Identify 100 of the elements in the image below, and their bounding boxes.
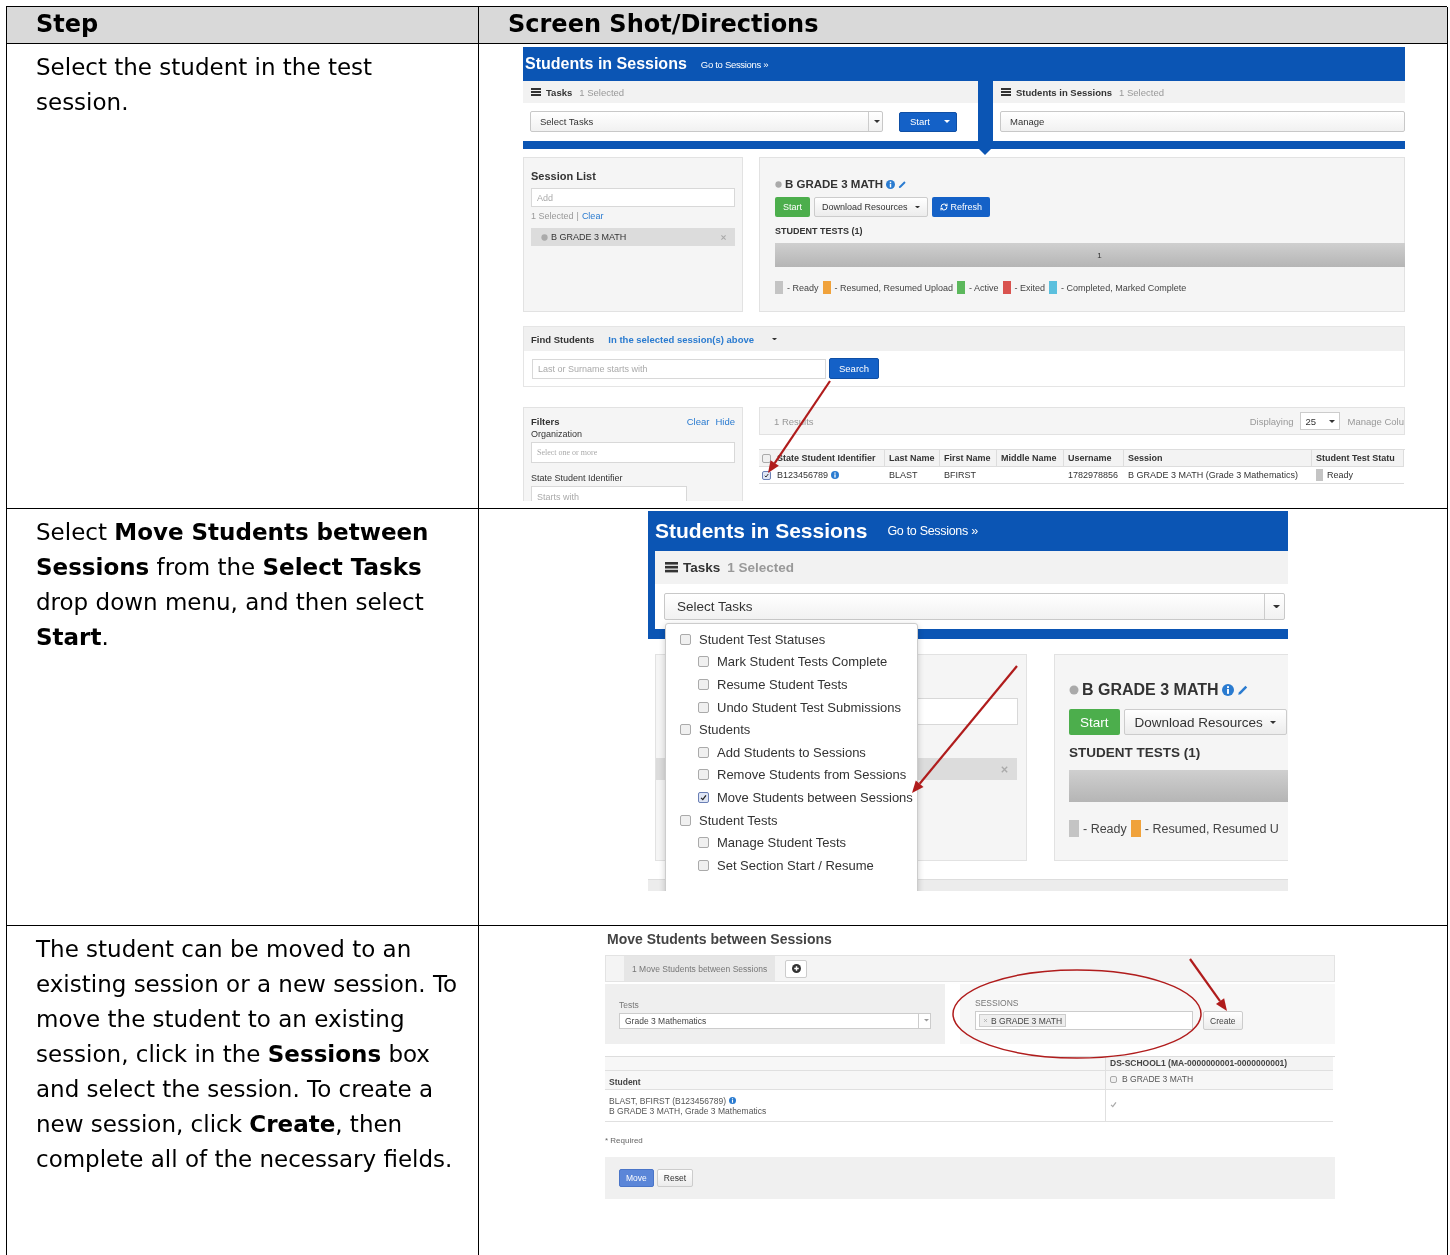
- close-icon[interactable]: [1000, 764, 1009, 774]
- checkbox[interactable]: [698, 656, 709, 668]
- tests-select[interactable]: Grade 3 Mathematics: [619, 1012, 931, 1029]
- checkbox[interactable]: [698, 859, 709, 871]
- column-header[interactable]: Username: [1064, 450, 1124, 467]
- menu-item[interactable]: Manage Student Tests: [680, 831, 917, 854]
- refresh-button[interactable]: Refresh: [931, 197, 991, 217]
- checkbox[interactable]: [698, 769, 709, 781]
- menu-item[interactable]: Mark Student Tests Complete: [680, 650, 917, 674]
- go-to-sessions-link[interactable]: Go to Sessions »: [887, 524, 978, 538]
- checkbox[interactable]: [680, 724, 691, 736]
- menu-item[interactable]: Student Test Statuses: [680, 628, 917, 651]
- checkbox[interactable]: [698, 679, 709, 690]
- move-button[interactable]: Move: [619, 1169, 654, 1187]
- pencil-icon[interactable]: [1236, 684, 1249, 696]
- table-cell: 1782978856: [1068, 470, 1119, 480]
- add-tab-button[interactable]: [785, 959, 808, 978]
- field-label: SESSIONS: [975, 998, 1020, 1008]
- status-dot-icon: [541, 233, 548, 241]
- checkbox[interactable]: [698, 837, 709, 849]
- annotation-arrow: [1189, 958, 1227, 1011]
- table-cell: BFIRST: [944, 470, 976, 480]
- menu-item[interactable]: Students: [680, 718, 917, 741]
- selected-count: 1 Selected: [727, 560, 795, 575]
- bar-count: 1: [1097, 250, 1102, 260]
- checkbox[interactable]: [698, 746, 709, 758]
- checkmark-icon[interactable]: [1110, 1101, 1117, 1108]
- table-cell: Ready: [1327, 470, 1353, 480]
- create-button[interactable]: Create: [1203, 1011, 1243, 1030]
- displaying-label: Displaying: [1249, 415, 1294, 427]
- status-swatch: [1316, 469, 1323, 481]
- selected-count: 1 Selected: [531, 211, 574, 221]
- menu-item[interactable]: Undo Student Test Submissions: [680, 695, 917, 719]
- menu-item[interactable]: Add Students to Sessions: [680, 740, 917, 764]
- student-name: BLAST, BFIRST (B123456789): [609, 1095, 727, 1106]
- panel-title: Tasks: [546, 86, 573, 98]
- selected-count: 1 Selected: [1119, 86, 1164, 98]
- plus-icon: [791, 964, 801, 973]
- select-tasks-dropdown[interactable]: Select Tasks: [530, 111, 883, 132]
- search-button[interactable]: Search: [829, 358, 880, 379]
- checkbox[interactable]: [761, 453, 771, 463]
- download-resources-button[interactable]: Download Resources: [814, 197, 928, 217]
- download-resources-button[interactable]: Download Resources: [1123, 709, 1287, 735]
- column-header[interactable]: Middle Name: [997, 450, 1064, 467]
- info-icon[interactable]: [831, 471, 840, 479]
- select-tasks-dropdown[interactable]: Select Tasks: [664, 593, 1285, 620]
- pencil-icon[interactable]: [898, 179, 908, 189]
- legend-label: - Active: [969, 282, 999, 293]
- start-button[interactable]: Start: [898, 111, 957, 132]
- legend-label: - Ready: [1083, 821, 1127, 836]
- close-icon[interactable]: [720, 233, 727, 241]
- close-icon[interactable]: [983, 1018, 988, 1023]
- checkbox[interactable]: [1110, 1075, 1117, 1083]
- task-tab[interactable]: 1 Move Students between Sessions: [624, 956, 776, 981]
- column-header: B GRADE 3 MATH: [1122, 1074, 1194, 1084]
- caret-icon: [914, 205, 920, 209]
- session-item[interactable]: B GRADE 3 MATH: [531, 228, 735, 246]
- manage-dropdown[interactable]: Manage: [1000, 111, 1405, 132]
- legend-label: - Resumed, Resumed U: [1144, 821, 1279, 836]
- menu-item[interactable]: Move Students between Sessions: [680, 786, 917, 809]
- info-icon[interactable]: [729, 1097, 737, 1104]
- checkbox[interactable]: [680, 814, 691, 826]
- menu-item[interactable]: Resume Student Tests: [680, 673, 917, 696]
- step-instructions: Select Move Students between Sessions from the Select Tasks drop down menu, and then select Start.: [36, 519, 429, 650]
- go-to-sessions-link[interactable]: Go to Sessions »: [700, 58, 769, 70]
- clear-link[interactable]: Clear: [686, 416, 710, 427]
- card-title: Find Students: [531, 333, 595, 345]
- reset-button[interactable]: Reset: [656, 1169, 693, 1187]
- checkbox[interactable]: [680, 633, 691, 645]
- page-size-select[interactable]: 25: [1300, 412, 1341, 430]
- column-header[interactable]: First Name: [940, 450, 997, 467]
- column-heading: Screen Shot/Directions: [508, 10, 819, 38]
- step-instructions: Select the student in the test session.: [36, 54, 373, 115]
- hide-link[interactable]: Hide: [715, 416, 735, 427]
- filter-label: Organization: [531, 429, 584, 439]
- refresh-icon: [939, 203, 948, 211]
- menu-item[interactable]: Student Tests: [680, 808, 917, 832]
- info-icon[interactable]: [1221, 684, 1234, 696]
- student-tests-heading: STUDENT TESTS (1): [775, 226, 864, 236]
- menu-item[interactable]: Set Section Start / Resume: [680, 853, 917, 877]
- column-header[interactable]: Student Test Statu: [1312, 450, 1404, 467]
- caret-icon: [944, 120, 950, 123]
- list-icon: [1001, 88, 1011, 96]
- list-icon: [665, 562, 678, 573]
- checkbox[interactable]: [698, 791, 709, 803]
- legend-label: - Completed, Marked Complete: [1061, 282, 1187, 293]
- info-icon[interactable]: [886, 179, 896, 189]
- caret-icon: [1269, 720, 1276, 724]
- checkmark-icon: [763, 472, 769, 478]
- session-token[interactable]: B GRADE 3 MATH: [979, 1014, 1067, 1027]
- legend-label: - Exited: [1014, 282, 1046, 293]
- column-header[interactable]: Last Name: [885, 450, 940, 467]
- column-header[interactable]: Session: [1124, 450, 1312, 467]
- clear-link[interactable]: Clear: [581, 211, 604, 221]
- table-cell: B123456789: [777, 470, 829, 480]
- page-title: Students in Sessions: [655, 519, 868, 543]
- checkbox[interactable]: [698, 701, 709, 713]
- scope-dropdown[interactable]: In the selected session(s) above: [608, 333, 755, 345]
- sessions-field[interactable]: B GRADE 3 MATH: [975, 1011, 1193, 1030]
- menu-item[interactable]: Remove Students from Sessions: [680, 763, 917, 787]
